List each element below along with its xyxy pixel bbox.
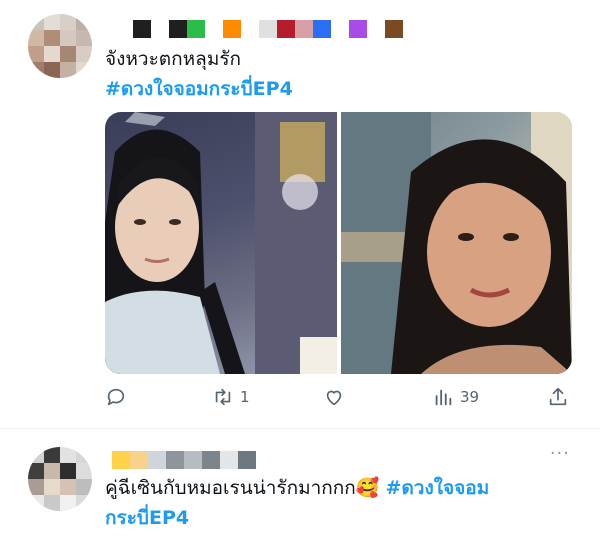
redaction-swatch xyxy=(202,451,220,469)
reply-icon xyxy=(107,388,125,406)
redaction-swatch xyxy=(367,20,385,38)
redaction-swatch xyxy=(220,451,238,469)
redaction-swatch xyxy=(133,20,151,38)
redaction-swatch xyxy=(130,451,148,469)
redaction-swatch xyxy=(238,451,256,469)
tweet-text: จังหวะตกหลุมรัก xyxy=(105,48,242,70)
retweet-icon xyxy=(215,388,231,406)
redaction-swatch xyxy=(184,451,202,469)
avatar[interactable] xyxy=(28,447,92,511)
actress-photo-illustration xyxy=(341,112,572,374)
redaction-swatch xyxy=(223,20,241,38)
redaction-swatch xyxy=(169,20,187,38)
redaction-swatch xyxy=(349,20,367,38)
share-button[interactable] xyxy=(547,382,569,412)
media-grid[interactable] xyxy=(105,112,572,374)
avatar[interactable] xyxy=(28,14,92,78)
views-button[interactable]: 39 xyxy=(432,382,479,412)
redaction-swatch xyxy=(115,20,133,38)
hashtag-link[interactable]: #ดวงใจจอมกระบี่EP4 xyxy=(105,74,293,104)
media-image-actress[interactable] xyxy=(341,112,572,374)
tweet-2[interactable]: ··· คู่ฉีเซินกับหมอเรนน่ารักมากกก🥰 #ดวงใ… xyxy=(0,429,600,537)
tweet-text: คู่ฉีเซินกับหมอเรนน่ารักมากกก xyxy=(105,477,356,499)
display-name-redacted[interactable] xyxy=(115,18,403,40)
retweet-button[interactable]: 1 xyxy=(212,382,250,412)
tweet-1[interactable]: จังหวะตกหลุมรัก #ดวงใจจอมกระบี่EP4 1 39 xyxy=(0,0,600,428)
redaction-swatch xyxy=(259,20,277,38)
hashtag-link-continued[interactable]: กระบี่EP4 xyxy=(105,503,575,533)
display-name-redacted[interactable] xyxy=(112,449,256,471)
smiling-face-with-hearts-emoji: 🥰 xyxy=(355,477,380,499)
redaction-swatch xyxy=(166,451,184,469)
share-icon xyxy=(549,387,567,406)
views-count: 39 xyxy=(460,388,480,406)
redaction-swatch xyxy=(187,20,205,38)
heart-icon xyxy=(326,390,342,406)
redaction-swatch xyxy=(112,451,130,469)
redaction-swatch xyxy=(295,20,313,38)
action-bar: 1 39 xyxy=(105,382,572,412)
views-icon xyxy=(435,389,452,406)
reply-button[interactable] xyxy=(105,382,133,412)
redaction-swatch xyxy=(277,20,295,38)
media-image-actor[interactable] xyxy=(105,112,337,374)
redaction-swatch xyxy=(148,451,166,469)
redaction-swatch xyxy=(331,20,349,38)
redaction-swatch xyxy=(241,20,259,38)
redaction-swatch xyxy=(385,20,403,38)
hashtag-link[interactable]: #ดวงใจจอม xyxy=(386,477,490,499)
like-button[interactable] xyxy=(323,382,351,412)
more-options-button[interactable]: ··· xyxy=(550,443,570,464)
redaction-swatch xyxy=(205,20,223,38)
redaction-swatch xyxy=(313,20,331,38)
actor-photo-illustration xyxy=(105,112,337,374)
redaction-swatch xyxy=(151,20,169,38)
retweet-count: 1 xyxy=(240,388,250,406)
